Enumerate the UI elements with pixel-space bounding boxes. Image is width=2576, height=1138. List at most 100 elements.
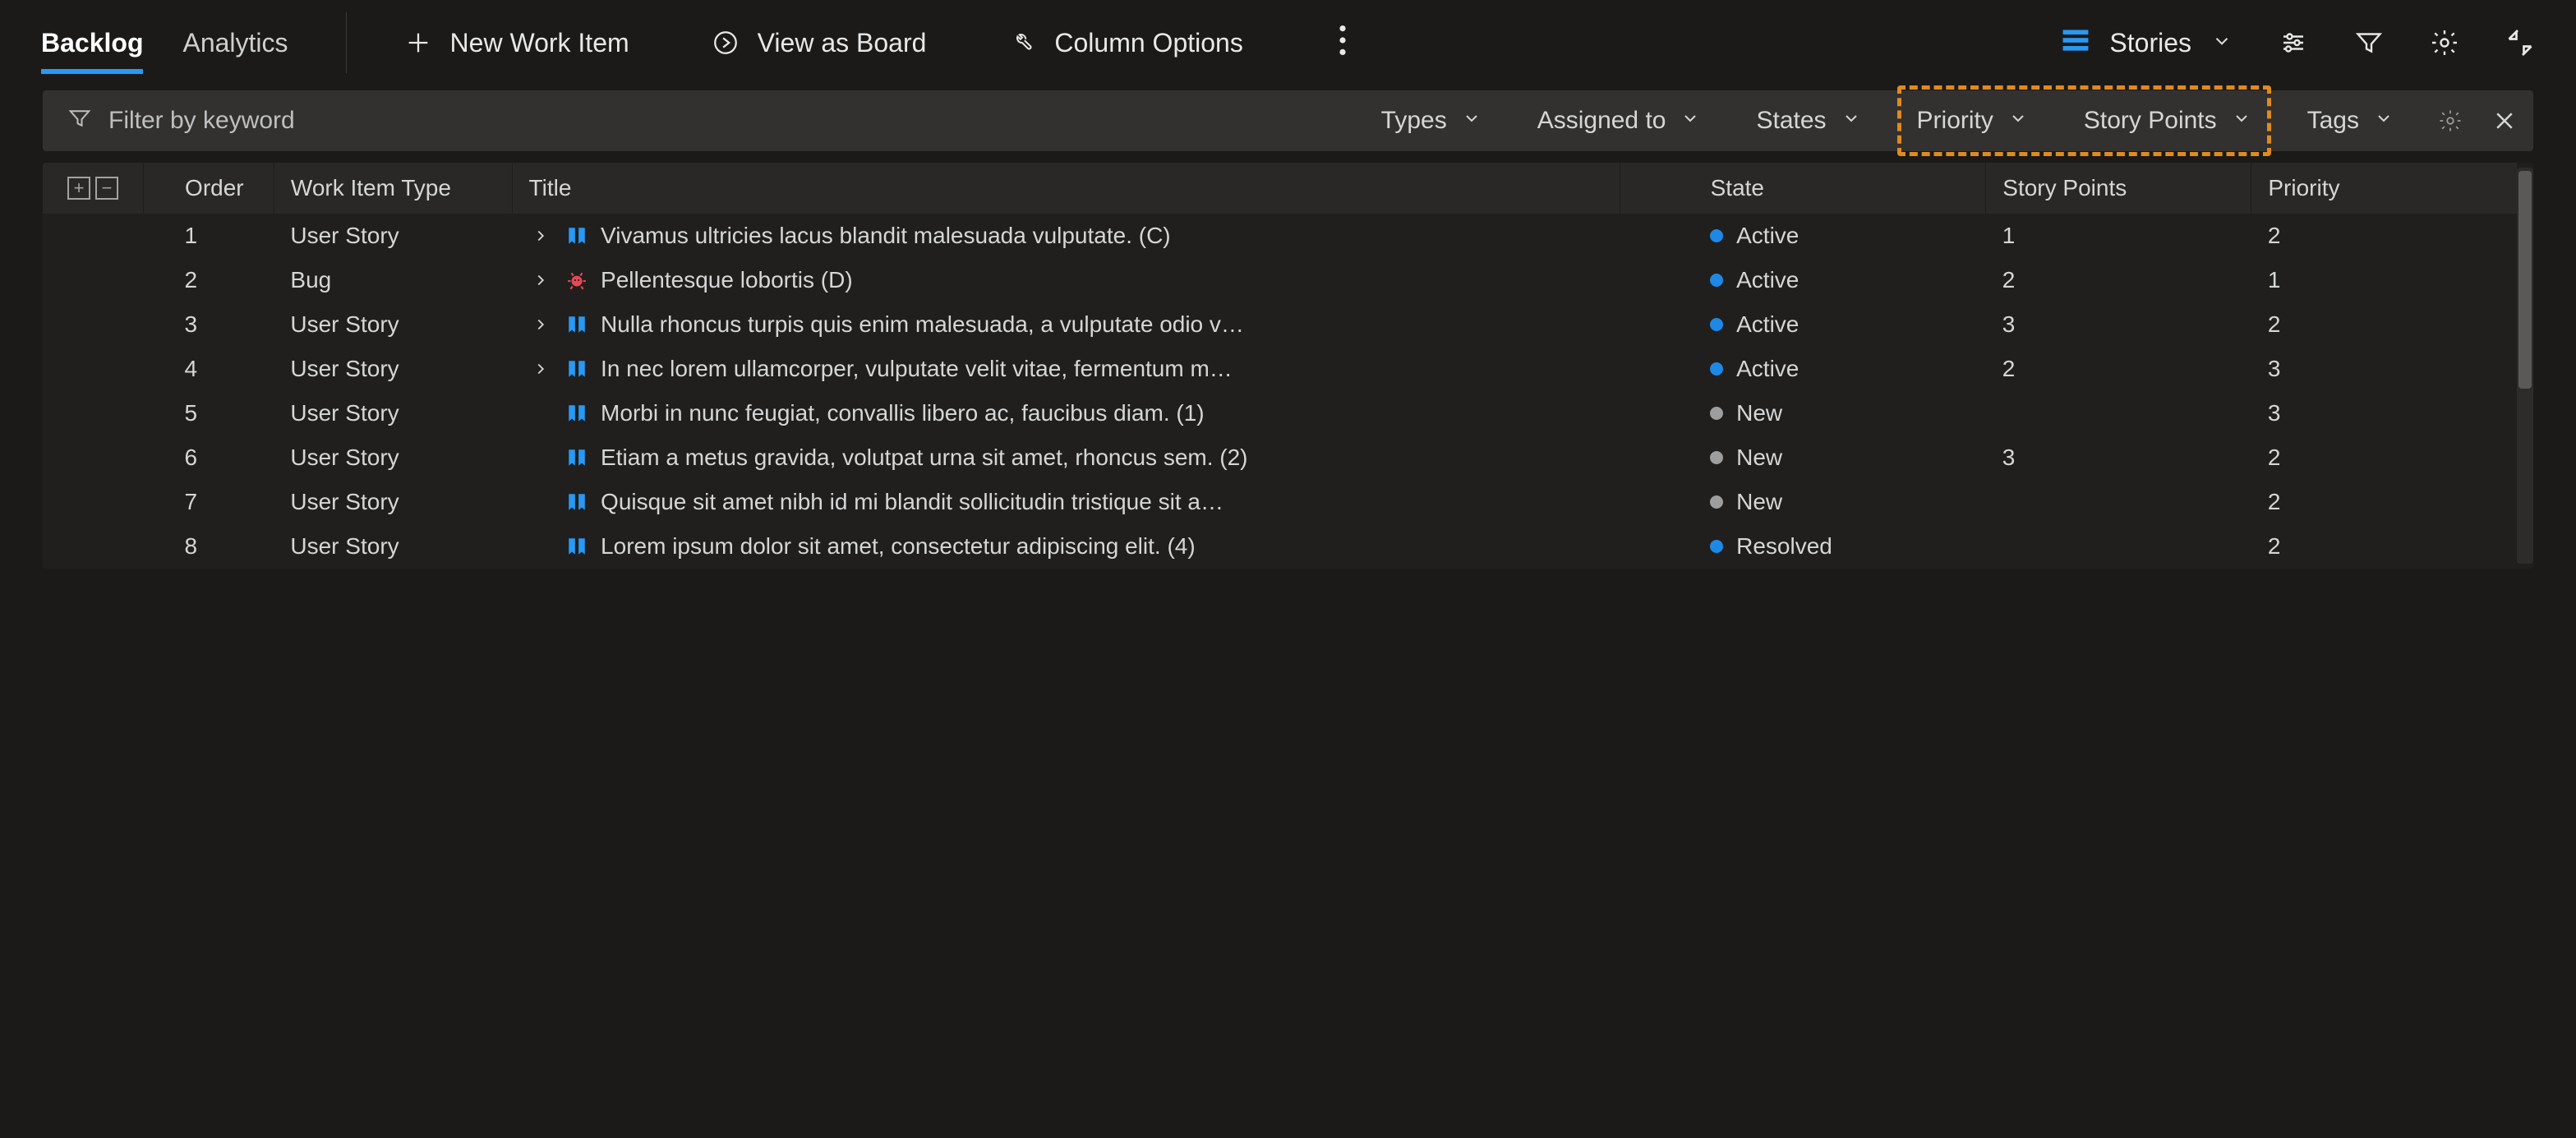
cell-state: Active — [1736, 267, 1799, 293]
table-row[interactable]: 2 Bug Pellentesque lobortis (D) Active 2… — [43, 258, 2517, 302]
filter-pills: Types Assigned to States Priority Story … — [1378, 100, 2397, 141]
filter-story-points[interactable]: Story Points — [2081, 100, 2255, 141]
cell-order: 8 — [144, 524, 274, 569]
state-dot-icon — [1710, 318, 1723, 331]
chevron-down-icon — [2374, 107, 2394, 135]
chevron-down-icon — [2232, 107, 2251, 135]
filter-toggle-button[interactable] — [2354, 28, 2384, 58]
scrollbar-thumb[interactable] — [2518, 171, 2532, 389]
settings-button[interactable] — [2430, 28, 2459, 58]
cell-title[interactable]: Vivamus ultricies lacus blandit malesuad… — [601, 223, 1171, 249]
backlog-level-picker[interactable]: Stories — [2062, 28, 2233, 58]
filter-priority-label: Priority — [1917, 107, 1993, 135]
cell-order: 4 — [144, 347, 274, 391]
view-options-button[interactable] — [2279, 28, 2308, 58]
filter-types-label: Types — [1381, 107, 1447, 135]
column-work-item-type[interactable]: Work Item Type — [274, 163, 512, 214]
cell-priority: 2 — [2251, 435, 2517, 480]
user-story-icon — [565, 401, 589, 426]
column-story-points[interactable]: Story Points — [1986, 163, 2251, 214]
chevron-down-icon — [2008, 107, 2028, 135]
user-story-icon — [565, 490, 589, 514]
cell-order: 3 — [144, 302, 274, 347]
backlog-table: + − Order Work Item Type Title State Sto… — [43, 163, 2533, 569]
cell-priority: 2 — [2251, 524, 2517, 569]
expand-chevron-icon[interactable] — [528, 316, 553, 334]
table-row[interactable]: 8 User Story Lorem ipsum dolor sit amet,… — [43, 524, 2517, 569]
cell-order: 7 — [144, 480, 274, 524]
exit-fullscreen-button[interactable] — [2505, 28, 2535, 58]
view-as-board-button[interactable]: View as Board — [712, 28, 927, 58]
expand-chevron-icon[interactable] — [528, 227, 553, 245]
filter-keyword-input[interactable] — [108, 107, 519, 135]
filter-states[interactable]: States — [1753, 100, 1864, 141]
tab-backlog[interactable]: Backlog — [41, 0, 143, 85]
cell-title[interactable]: Pellentesque lobortis (D) — [601, 267, 853, 293]
cell-state: Resolved — [1736, 533, 1832, 560]
table-row[interactable]: 6 User Story Etiam a metus gravida, volu… — [43, 435, 2517, 480]
user-story-icon — [565, 223, 589, 248]
wrench-icon — [1008, 29, 1036, 57]
cell-title[interactable]: Morbi in nunc feugiat, convallis libero … — [601, 400, 1205, 426]
scrollbar[interactable] — [2517, 168, 2533, 564]
new-work-item-button[interactable]: New Work Item — [404, 28, 629, 58]
cell-story-points: 2 — [1986, 347, 2251, 391]
cell-priority: 2 — [2251, 480, 2517, 524]
state-dot-icon — [1710, 407, 1723, 420]
cell-type: User Story — [274, 214, 512, 258]
tabs: Backlog Analytics — [41, 0, 346, 85]
filter-assigned-to[interactable]: Assigned to — [1534, 100, 1704, 141]
tab-analytics[interactable]: Analytics — [182, 0, 288, 85]
state-dot-icon — [1710, 274, 1723, 287]
cell-story-points: 1 — [1986, 214, 2251, 258]
filter-types[interactable]: Types — [1378, 100, 1485, 141]
cell-type: User Story — [274, 391, 512, 435]
cell-priority: 3 — [2251, 347, 2517, 391]
cell-title[interactable]: In nec lorem ullamcorper, vulputate veli… — [601, 356, 1233, 382]
table-row[interactable]: 7 User Story Quisque sit amet nibh id mi… — [43, 480, 2517, 524]
expand-all-button[interactable]: + — [67, 177, 90, 200]
cell-type: User Story — [274, 435, 512, 480]
filter-priority[interactable]: Priority — [1914, 100, 2031, 141]
table-row[interactable]: 1 User Story Vivamus ultricies lacus bla… — [43, 214, 2517, 258]
column-order[interactable]: Order — [144, 163, 274, 214]
cell-title[interactable]: Lorem ipsum dolor sit amet, consectetur … — [601, 533, 1196, 560]
more-actions-button[interactable] — [1325, 25, 1360, 61]
table-row[interactable]: 5 User Story Morbi in nunc feugiat, conv… — [43, 391, 2517, 435]
filter-story-points-label: Story Points — [2084, 107, 2217, 135]
close-filter-button[interactable] — [2492, 108, 2517, 133]
table-row[interactable]: 3 User Story Nulla rhoncus turpis quis e… — [43, 302, 2517, 347]
expand-chevron-icon[interactable] — [528, 360, 553, 378]
chevron-down-icon — [1680, 107, 1700, 135]
cell-state: New — [1736, 445, 1782, 471]
expand-chevron-icon[interactable] — [528, 271, 553, 289]
column-priority[interactable]: Priority — [2251, 163, 2517, 214]
cell-order: 6 — [144, 435, 274, 480]
state-dot-icon — [1710, 229, 1723, 242]
cell-story-points — [1986, 391, 2251, 435]
collapse-all-button[interactable]: − — [95, 177, 118, 200]
column-options-button[interactable]: Column Options — [1008, 28, 1242, 58]
state-dot-icon — [1710, 540, 1723, 553]
filter-icon — [67, 106, 92, 136]
cell-story-points — [1986, 524, 2251, 569]
cell-title[interactable]: Etiam a metus gravida, volutpat urna sit… — [601, 445, 1247, 471]
cell-title[interactable]: Quisque sit amet nibh id mi blandit soll… — [601, 489, 1223, 515]
cell-title[interactable]: Nulla rhoncus turpis quis enim malesuada… — [601, 311, 1244, 338]
cell-story-points: 3 — [1986, 435, 2251, 480]
cell-order: 5 — [144, 391, 274, 435]
filter-assigned-to-label: Assigned to — [1537, 107, 1666, 135]
column-title[interactable]: Title — [512, 163, 1620, 214]
chevron-down-icon — [2211, 28, 2233, 58]
view-as-board-label: View as Board — [758, 28, 927, 58]
state-dot-icon — [1710, 451, 1723, 464]
column-expand-collapse: + − — [43, 163, 144, 214]
backlog-level-label: Stories — [2109, 28, 2191, 58]
column-state[interactable]: State — [1620, 163, 1986, 214]
cell-story-points — [1986, 480, 2251, 524]
filter-tags[interactable]: Tags — [2304, 100, 2397, 141]
filter-settings-button[interactable] — [2438, 108, 2463, 133]
state-dot-icon — [1710, 362, 1723, 375]
table-row[interactable]: 4 User Story In nec lorem ullamcorper, v… — [43, 347, 2517, 391]
state-dot-icon — [1710, 495, 1723, 509]
